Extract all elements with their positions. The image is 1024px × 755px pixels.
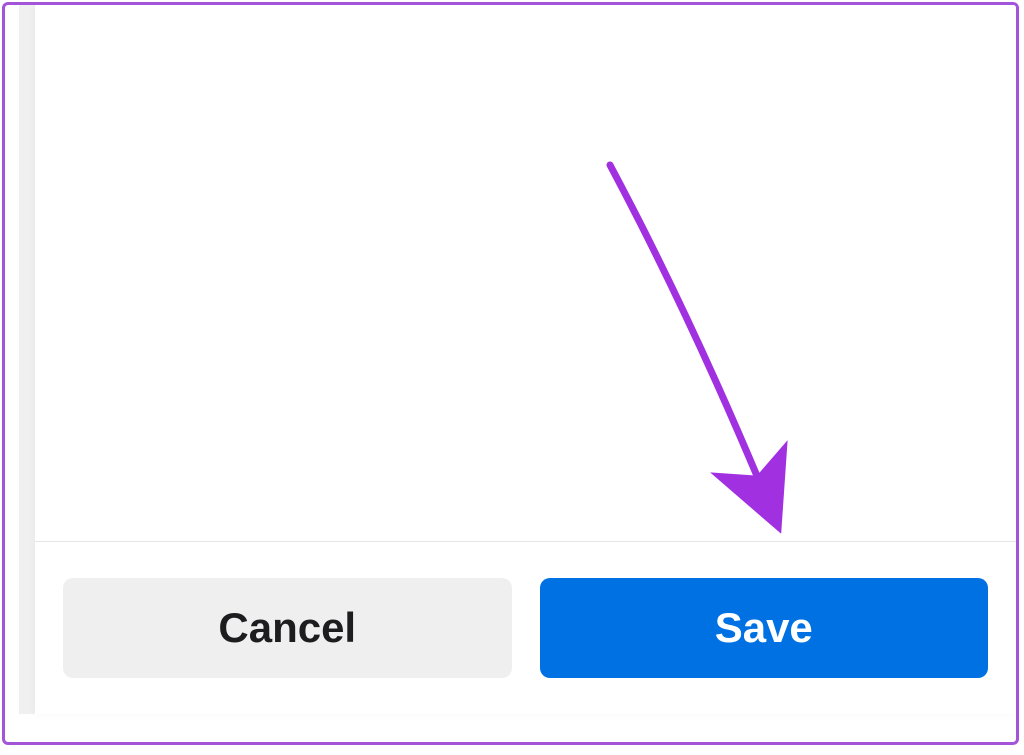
background-layer-edge bbox=[19, 5, 35, 714]
save-button[interactable]: Save bbox=[540, 578, 989, 678]
modal-footer: Cancel Save bbox=[35, 541, 1016, 714]
save-button-label: Save bbox=[715, 604, 813, 651]
modal-dialog: Cancel Save bbox=[35, 5, 1016, 714]
screenshot-frame: Cancel Save bbox=[2, 2, 1019, 745]
modal-body bbox=[35, 5, 1016, 541]
cancel-button-label: Cancel bbox=[218, 604, 356, 651]
cancel-button[interactable]: Cancel bbox=[63, 578, 512, 678]
